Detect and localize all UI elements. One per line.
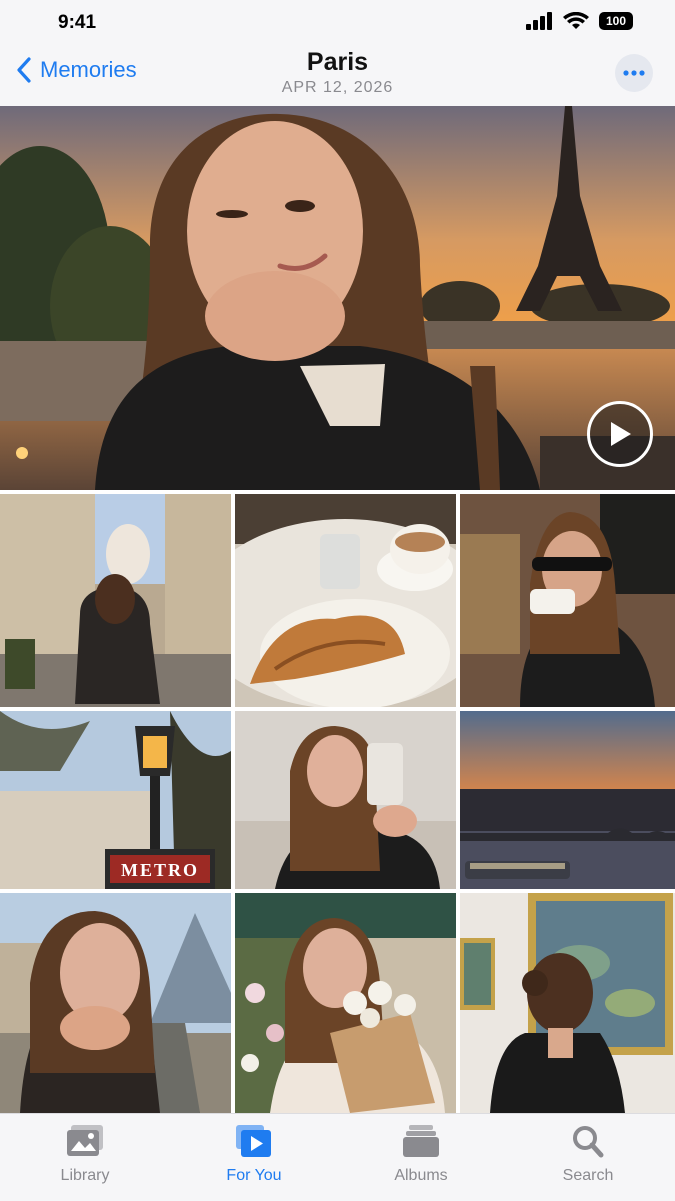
status-icons: 100 xyxy=(525,12,633,30)
wifi-icon xyxy=(563,12,589,29)
photo-library-icon xyxy=(67,1125,103,1156)
navigation-bar: Memories Paris APR 12, 2026 xyxy=(0,46,675,106)
tab-library-label: Library xyxy=(60,1167,110,1184)
search-icon xyxy=(573,1126,604,1158)
status-bar: 9:41 100 xyxy=(0,0,675,46)
sunset-bridge-photo xyxy=(460,711,675,889)
tab-albums[interactable]: Albums xyxy=(361,1124,481,1185)
photo-selfie[interactable] xyxy=(235,711,456,889)
flowers-photo xyxy=(235,893,456,1113)
svg-text:METRO: METRO xyxy=(121,860,199,880)
selfie-photo xyxy=(235,711,456,889)
signal-icon xyxy=(526,12,552,30)
for-you-icon xyxy=(236,1125,271,1157)
status-time: 9:41 xyxy=(58,12,97,33)
photo-grid: METRO xyxy=(0,494,675,1113)
photo-louvre[interactable] xyxy=(0,893,231,1113)
louvre-photo xyxy=(0,893,231,1113)
cafe-photo xyxy=(460,494,675,707)
photo-sunset-bridge[interactable] xyxy=(460,711,675,889)
museum-photo xyxy=(460,893,675,1113)
photo-flowers[interactable] xyxy=(235,893,456,1113)
hero-photo[interactable] xyxy=(0,106,675,490)
tab-for-you[interactable]: For You xyxy=(194,1124,314,1185)
tab-search-label: Search xyxy=(562,1167,614,1184)
photo-cafe[interactable] xyxy=(460,494,675,707)
memory-date: APR 12, 2026 xyxy=(281,79,394,96)
photo-metro[interactable]: METRO xyxy=(0,711,231,889)
photo-street[interactable] xyxy=(0,494,231,707)
battery-level: 100 xyxy=(605,14,627,28)
croissant-photo xyxy=(235,494,456,707)
hero-image xyxy=(0,106,675,490)
photo-museum[interactable] xyxy=(460,893,675,1113)
play-icon xyxy=(611,422,631,446)
photo-croissant[interactable] xyxy=(235,494,456,707)
play-button[interactable] xyxy=(587,401,653,467)
more-options-button[interactable] xyxy=(615,54,653,92)
tab-bar: Library For You Albums Search xyxy=(0,1113,675,1201)
street-photo xyxy=(0,494,231,707)
tab-library[interactable]: Library xyxy=(25,1124,145,1185)
albums-icon xyxy=(403,1125,439,1157)
ellipsis-icon xyxy=(623,70,645,76)
battery-icon: 100 xyxy=(599,12,633,30)
tab-for-you-label: For You xyxy=(226,1167,282,1184)
page-title: Paris xyxy=(306,48,369,76)
tab-search[interactable]: Search xyxy=(528,1124,648,1185)
title-block: Paris APR 12, 2026 xyxy=(0,48,675,97)
tab-albums-label: Albums xyxy=(394,1167,448,1184)
lamp-metro-photo: METRO xyxy=(0,711,231,889)
